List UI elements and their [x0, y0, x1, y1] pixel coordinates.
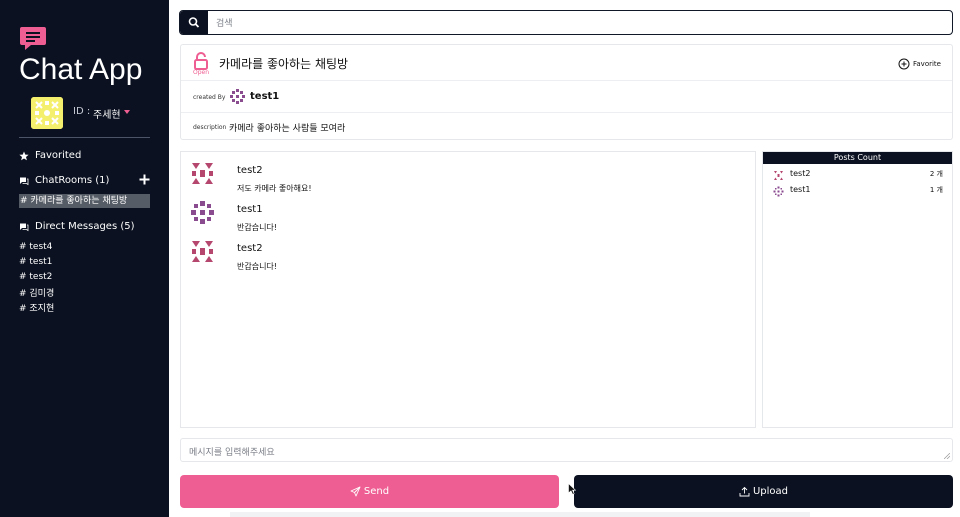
search-icon — [188, 17, 200, 28]
dm-item-kimmigyeong[interactable]: # 김미경 — [19, 286, 54, 299]
message-author: test1 — [237, 204, 263, 215]
avatar — [190, 239, 215, 264]
avatar — [773, 170, 784, 181]
dm-item-test1[interactable]: # test1 — [19, 257, 52, 267]
favorited-label: Favorited — [35, 150, 82, 161]
posts-count-title: Posts Count — [763, 152, 952, 164]
description-label: description — [193, 124, 227, 131]
user-name-dropdown[interactable]: 주세현 — [93, 106, 121, 121]
header-divider — [181, 112, 952, 113]
user-id-label: ID : — [73, 106, 91, 117]
dm-item-test2[interactable]: # test2 — [19, 272, 52, 282]
posts-count-value: 2 개 — [929, 170, 943, 178]
message-input-placeholder: 메시지를 입력해주세요 — [189, 448, 275, 458]
caret-down-icon[interactable] — [124, 110, 130, 114]
chat-icon — [20, 223, 29, 231]
send-button[interactable]: Send — [180, 475, 559, 508]
paper-plane-icon — [350, 486, 361, 497]
creator-avatar — [229, 88, 246, 105]
chat-bubble-icon — [20, 27, 46, 50]
star-icon — [19, 151, 29, 160]
upload-label: Upload — [752, 486, 789, 497]
message-text: 반갑습니다! — [237, 223, 278, 232]
room-title: 카메라를 좋아하는 채팅방 — [219, 57, 349, 71]
upload-button[interactable]: Upload — [574, 475, 953, 508]
favorite-label: Favorite — [913, 60, 941, 68]
posts-count-user: test1 — [790, 185, 811, 194]
plus-circle-icon — [898, 58, 910, 70]
dm-item-test4[interactable]: # test4 — [19, 242, 52, 252]
chatroom-item[interactable]: # 카메라를 좋아하는 채팅방 — [19, 194, 150, 208]
avatar — [773, 186, 784, 197]
posts-count-panel: Posts Count test2 2 개 test1 1 개 — [762, 151, 953, 428]
search-input[interactable]: 검색 — [216, 16, 233, 29]
direct-messages-label: Direct Messages (5) — [35, 221, 135, 232]
sidebar-divider — [19, 137, 150, 138]
mouse-cursor-icon — [568, 483, 576, 495]
chatrooms-label: ChatRooms (1) — [35, 175, 110, 186]
favorited-section-header: Favorited — [19, 150, 81, 161]
message-text: 저도 카메라 좋아해요! — [237, 184, 312, 193]
app-title: Chat App — [19, 53, 143, 86]
dm-item-jojihyeon[interactable]: # 조지현 — [19, 301, 54, 314]
posts-count-user: test2 — [790, 169, 811, 178]
room-description: 카메라 좋아하는 사람들 모여라 — [229, 124, 346, 134]
resize-handle-icon[interactable] — [944, 453, 950, 459]
avatar — [190, 161, 215, 186]
created-by-label: created By — [193, 94, 226, 101]
chat-app: Chat App ID : 주세현 Favorited ChatRooms (1… — [0, 0, 960, 517]
upload-icon — [739, 486, 750, 497]
favorite-button[interactable]: Favorite — [898, 58, 941, 70]
lock-status-label: Open — [193, 69, 210, 76]
header-divider — [181, 80, 952, 81]
avatar — [190, 200, 215, 225]
add-chatroom-icon[interactable] — [139, 174, 150, 185]
posts-count-value: 1 개 — [929, 186, 943, 194]
room-header: Open 카메라를 좋아하는 채팅방 Favorite created By t… — [180, 44, 953, 140]
message-author: test2 — [237, 165, 263, 176]
posts-count-row: test1 1 개 — [773, 185, 943, 197]
sidebar: Chat App ID : 주세현 Favorited ChatRooms (1… — [0, 0, 169, 517]
posts-count-row: test2 2 개 — [773, 169, 943, 181]
direct-messages-section-header: Direct Messages (5) — [19, 221, 135, 232]
message-input[interactable]: 메시지를 입력해주세요 — [180, 438, 953, 462]
search-button[interactable] — [180, 11, 208, 34]
creator-name: test1 — [250, 91, 280, 102]
bottom-shadow — [230, 512, 810, 517]
unlock-icon[interactable] — [192, 52, 212, 70]
chatrooms-section-header: ChatRooms (1) — [19, 175, 109, 186]
search-bar: 검색 — [179, 10, 953, 35]
send-label: Send — [363, 486, 390, 497]
message-text: 반갑습니다! — [237, 262, 278, 271]
message-author: test2 — [237, 243, 263, 254]
message-list[interactable]: test2 저도 카메라 좋아해요! test1 반갑습니다! test2 반갑… — [180, 151, 756, 428]
chat-icon — [20, 177, 29, 185]
user-avatar[interactable] — [31, 97, 63, 129]
